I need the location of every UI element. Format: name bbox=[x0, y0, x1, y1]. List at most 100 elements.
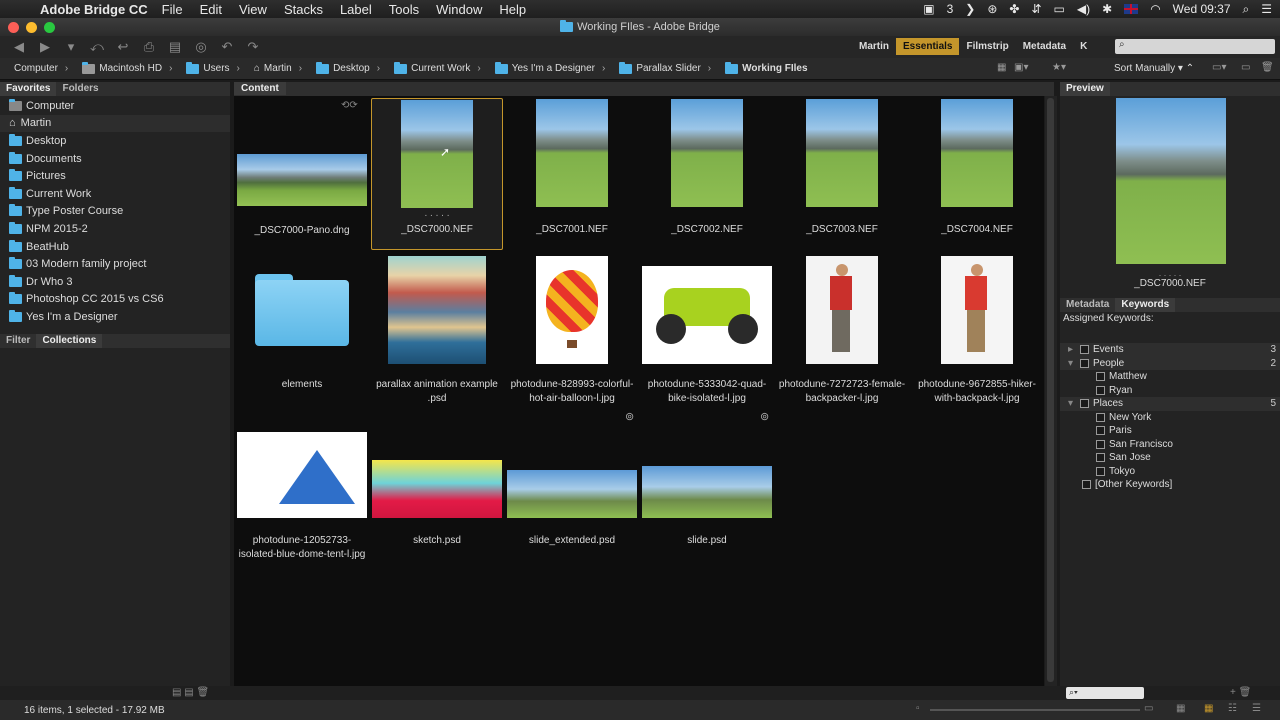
rotate-right-icon[interactable]: ↷ bbox=[246, 39, 260, 55]
menu-edit[interactable]: Edit bbox=[200, 2, 222, 17]
favorite-type-poster-course[interactable]: Type Poster Course bbox=[0, 203, 230, 221]
thumbnail-quad-bike[interactable]: photodune-5333042-quad-bike-isolated-l.j… bbox=[641, 254, 773, 423]
checkbox[interactable] bbox=[1080, 358, 1089, 368]
thumbnail-elements-folder[interactable]: elements bbox=[236, 254, 368, 406]
keyword-group-people[interactable]: ▾ People 2 bbox=[1060, 356, 1280, 370]
thumbnail-slide[interactable]: slide.psd bbox=[641, 432, 773, 584]
wifi-icon[interactable]: ◠ bbox=[1150, 2, 1160, 16]
crumb-macintosh-hd[interactable]: Macintosh HD bbox=[82, 61, 162, 74]
add-keyword-icon[interactable]: + 🗑 bbox=[1230, 687, 1251, 698]
crumb-desktop[interactable]: Desktop bbox=[316, 61, 370, 74]
tab-favorites[interactable]: Favorites bbox=[0, 82, 57, 96]
volume-icon[interactable]: ◀) bbox=[1077, 2, 1090, 16]
trash-icon[interactable]: 🗑 bbox=[1261, 62, 1274, 73]
keyword-other[interactable]: [Other Keywords] bbox=[1060, 478, 1280, 492]
thumbnail-dsc7002[interactable]: _DSC7002.NEF bbox=[641, 98, 773, 250]
creative-cloud-icon[interactable]: ⊛ bbox=[987, 2, 997, 16]
workspace-metadata[interactable]: Metadata bbox=[1016, 38, 1073, 55]
checkbox[interactable] bbox=[1096, 439, 1105, 449]
lock-thumbnail-grid-icon[interactable]: ▦ bbox=[1176, 703, 1185, 714]
forward-arrow-icon[interactable]: ▶ bbox=[38, 39, 52, 55]
thumbnail-dsc7004[interactable]: _DSC7004.NEF bbox=[911, 98, 1043, 250]
spotlight-search-icon[interactable]: ⌕ bbox=[1243, 2, 1250, 17]
sort-dropdown[interactable]: Sort Manually ▾ ⌃ bbox=[1114, 63, 1194, 74]
chevron-right-icon[interactable]: ❯ bbox=[965, 2, 975, 16]
content-scrollbar[interactable] bbox=[1045, 96, 1057, 686]
keyword-san-francisco[interactable]: San Francisco bbox=[1060, 438, 1280, 452]
keyword-new-york[interactable]: New York bbox=[1060, 411, 1280, 425]
thumbnail-sketch[interactable]: sketch.psd bbox=[371, 432, 503, 584]
get-photos-icon[interactable]: ⎙ bbox=[142, 39, 156, 55]
keyword-paris[interactable]: Paris bbox=[1060, 424, 1280, 438]
tab-keywords[interactable]: Keywords bbox=[1115, 298, 1176, 312]
view-thumbnails-icon[interactable]: ▦ bbox=[1204, 703, 1213, 714]
favorite-computer[interactable]: Computer bbox=[0, 97, 230, 115]
filter-items-icon[interactable]: ▣▾ bbox=[1014, 62, 1028, 73]
keyword-tokyo[interactable]: Tokyo bbox=[1060, 465, 1280, 479]
thumbnail-dsc7003[interactable]: _DSC7003.NEF bbox=[776, 98, 908, 250]
tab-folders[interactable]: Folders bbox=[56, 82, 104, 96]
favorite-pictures[interactable]: Pictures bbox=[0, 167, 230, 185]
tab-metadata[interactable]: Metadata bbox=[1060, 298, 1115, 312]
crumb-users[interactable]: Users bbox=[186, 61, 230, 74]
menu-file[interactable]: File bbox=[162, 2, 183, 17]
thumbnail-hot-air-balloon[interactable]: photodune-828993-colorful-hot-air-balloo… bbox=[506, 254, 638, 406]
checkbox[interactable] bbox=[1096, 372, 1105, 382]
preview-image[interactable] bbox=[1116, 98, 1226, 264]
tab-preview[interactable]: Preview bbox=[1060, 82, 1110, 96]
workspace-filmstrip[interactable]: Filmstrip bbox=[959, 38, 1015, 55]
app-menu[interactable]: Adobe Bridge CC bbox=[40, 2, 148, 17]
checkbox[interactable] bbox=[1080, 399, 1089, 409]
dropbox-icon[interactable]: ✤ bbox=[1009, 2, 1019, 16]
favorite-photoshop-cc-2015[interactable]: Photoshop CC 2015 vs CS6 bbox=[0, 291, 230, 309]
favorite-martin[interactable]: ⌂ Martin bbox=[0, 114, 230, 133]
clock[interactable]: Wed 09:37 bbox=[1173, 2, 1231, 16]
thumbnail-parallax-psd[interactable]: parallax animation example .psd bbox=[371, 254, 503, 406]
display-icon[interactable]: ▭ bbox=[1054, 2, 1065, 16]
thumbnail-female-backpacker[interactable]: photodune-7272723-female-backpacker-l.jp… bbox=[776, 254, 908, 406]
boomerang-icon[interactable]: ↩ bbox=[116, 39, 130, 55]
checkbox[interactable] bbox=[1096, 426, 1105, 436]
thumbnail-size-slider[interactable] bbox=[930, 709, 1140, 711]
crumb-computer[interactable]: Computer bbox=[14, 63, 58, 74]
tab-filter[interactable]: Filter bbox=[0, 334, 36, 348]
star-rating-filter-icon[interactable]: ★▾ bbox=[1052, 62, 1066, 73]
stack-indicator-icon[interactable]: ⊚ bbox=[625, 410, 634, 423]
preview-rating[interactable]: . . . . . bbox=[1060, 268, 1280, 278]
workspace-essentials[interactable]: Essentials bbox=[896, 38, 960, 55]
checkbox[interactable] bbox=[1082, 480, 1091, 490]
menu-help[interactable]: Help bbox=[499, 2, 526, 17]
thumbnail-dsc7000[interactable]: . . . . . _DSC7000.NEF ➚ bbox=[371, 98, 503, 250]
minimize-window-button[interactable] bbox=[26, 22, 37, 33]
keyword-matthew[interactable]: Matthew bbox=[1060, 370, 1280, 384]
rotate-left-icon[interactable]: ↶ bbox=[220, 39, 234, 55]
tab-content[interactable]: Content bbox=[234, 82, 286, 95]
menu-window[interactable]: Window bbox=[436, 2, 482, 17]
recent-dropdown-icon[interactable]: ▾ bbox=[64, 39, 78, 55]
stack-indicator-icon[interactable]: ⊚ bbox=[760, 410, 769, 423]
favorite-modern-family-project[interactable]: 03 Modern family project bbox=[0, 255, 230, 273]
scrollbar-thumb[interactable] bbox=[1047, 98, 1054, 682]
checkbox[interactable] bbox=[1096, 412, 1105, 422]
chevron-down-icon[interactable]: ▾ bbox=[1068, 358, 1080, 369]
keyword-search-input[interactable]: ⌕▾ bbox=[1066, 687, 1144, 699]
thumbnail-dsc7001[interactable]: _DSC7001.NEF bbox=[506, 98, 638, 250]
keyword-ryan[interactable]: Ryan bbox=[1060, 384, 1280, 398]
menu-stacks[interactable]: Stacks bbox=[284, 2, 323, 17]
notification-badge[interactable]: 3 bbox=[947, 2, 954, 16]
search-input[interactable]: ⌕ bbox=[1115, 39, 1275, 54]
bluetooth-icon[interactable]: ✱ bbox=[1102, 2, 1112, 16]
favorite-npm-2015-2[interactable]: NPM 2015-2 bbox=[0, 220, 230, 238]
favorite-desktop[interactable]: Desktop bbox=[0, 132, 230, 150]
keyword-san-jose[interactable]: San Jose bbox=[1060, 451, 1280, 465]
thumbnail-hiker-backpack[interactable]: photodune-9672855-hiker-with-backpack-l.… bbox=[911, 254, 1043, 406]
uk-flag-icon[interactable] bbox=[1124, 4, 1139, 14]
keyword-group-places[interactable]: ▾ Places 5 bbox=[1060, 397, 1280, 411]
rating-dots[interactable]: . . . . . bbox=[372, 207, 502, 221]
thumbnail-pano[interactable]: _DSC7000-Pano.dng bbox=[236, 98, 368, 250]
tab-collections[interactable]: Collections bbox=[36, 334, 103, 348]
open-recent-icon[interactable]: ▭▾ bbox=[1212, 62, 1226, 73]
checkbox[interactable] bbox=[1080, 345, 1089, 355]
close-window-button[interactable] bbox=[8, 22, 19, 33]
new-folder-icon[interactable]: ▭ bbox=[1241, 62, 1250, 73]
